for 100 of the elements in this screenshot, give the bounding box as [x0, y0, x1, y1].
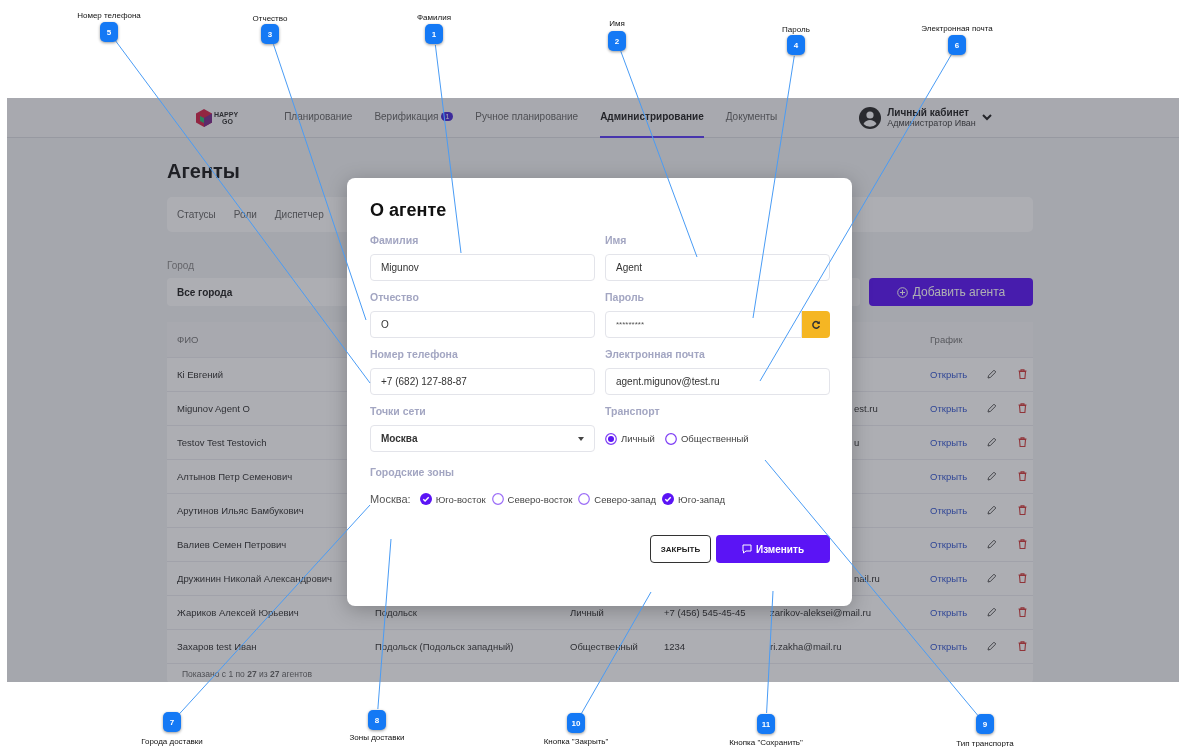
chevron-down-icon[interactable] — [981, 114, 992, 121]
open-schedule-link[interactable]: Открыть — [930, 403, 968, 414]
nav-tab[interactable]: Ручное планирование — [475, 98, 579, 138]
checkbox-label: Северо-запад — [594, 493, 657, 505]
plus-circle-icon — [896, 286, 908, 298]
nav-tab[interactable]: Администрирование — [600, 98, 704, 138]
add-agent-button[interactable]: Добавить агента — [869, 278, 1033, 306]
caret-icon — [578, 436, 584, 441]
callout-number: 5 — [100, 22, 118, 42]
radio-button[interactable] — [605, 432, 617, 445]
chat-icon — [741, 544, 752, 554]
table-cell: Подольск (Подольск западный) — [375, 641, 514, 652]
trash-icon[interactable] — [1018, 470, 1027, 481]
field-label: Фамилия — [370, 234, 419, 246]
trash-icon[interactable] — [1018, 606, 1027, 617]
nav-tab[interactable]: Планирование — [284, 98, 353, 138]
field-label: Электронная почта — [605, 348, 705, 360]
callout-label: Имя — [609, 18, 625, 28]
pencil-icon[interactable] — [987, 368, 997, 379]
text-field[interactable]: +7 (682) 127-88-87 — [370, 368, 595, 395]
callout-number: 7 — [163, 712, 181, 732]
pencil-icon[interactable] — [987, 640, 997, 651]
callout-label: Фамилия — [417, 12, 451, 22]
pencil-icon[interactable] — [987, 538, 997, 549]
page-title: Агенты — [167, 160, 241, 183]
radio-button[interactable] — [664, 432, 677, 445]
field-label: Пароль — [605, 291, 645, 303]
pencil-icon[interactable] — [987, 436, 997, 447]
open-schedule-link[interactable]: Открыть — [930, 369, 968, 380]
nav-tab[interactable]: Документы — [725, 98, 778, 138]
callout-label: Отчество — [252, 13, 288, 23]
callout-label: Номер телефона — [77, 10, 141, 20]
callout-number: 6 — [948, 35, 966, 55]
refresh-icon — [811, 319, 821, 330]
table-cell: est.ru — [854, 403, 878, 414]
callout-number: 1 — [425, 24, 443, 44]
city-select[interactable]: Москва — [370, 425, 595, 452]
open-schedule-link[interactable]: Открыть — [930, 437, 968, 448]
refresh-button[interactable] — [802, 311, 830, 338]
close-button[interactable]: ЗАКРЫТЬ — [650, 535, 711, 563]
field-label: Номер телефона — [370, 348, 458, 360]
column-header: ФИО — [177, 334, 200, 345]
trash-icon[interactable] — [1018, 436, 1027, 447]
table-cell: ri.zakha@mail.ru — [770, 641, 842, 652]
table-cell: Личный — [570, 607, 604, 618]
text-field[interactable]: O — [370, 311, 595, 338]
radio-label: Общественный — [680, 433, 749, 444]
trash-icon[interactable] — [1018, 640, 1027, 651]
table-cell: u — [854, 437, 860, 448]
open-schedule-link[interactable]: Открыть — [930, 573, 968, 584]
field-label: Транспорт — [605, 405, 660, 417]
radio-label: Личный — [621, 433, 655, 444]
callout-label: Зоны доставки — [349, 732, 405, 742]
callout-number: 10 — [567, 713, 585, 733]
table-cell-text: Захаров test Иван — [177, 641, 258, 652]
table-cell: Подольск — [375, 607, 417, 618]
open-schedule-link[interactable]: Открыть — [930, 607, 968, 618]
open-schedule-link[interactable]: Открыть — [930, 505, 968, 516]
checkbox[interactable] — [662, 493, 675, 505]
section-tab[interactable]: Роли — [233, 209, 257, 220]
callout-label: Кнопка "Закрыть" — [543, 736, 609, 746]
trash-icon[interactable] — [1018, 402, 1027, 413]
open-schedule-link[interactable]: Открыть — [930, 641, 968, 652]
table-cell: +7 (456) 545-45-45 — [664, 607, 746, 618]
password-field[interactable]: ********* — [605, 311, 802, 338]
checkbox[interactable] — [491, 493, 504, 505]
text-field[interactable]: Agent — [605, 254, 830, 281]
cube-logo-icon — [196, 108, 212, 127]
open-schedule-link[interactable]: Открыть — [930, 539, 968, 550]
trash-icon[interactable] — [1018, 504, 1027, 515]
pencil-icon[interactable] — [987, 402, 997, 413]
table-cell-text: Кі Евгений — [177, 369, 225, 380]
open-schedule-link[interactable]: Открыть — [930, 471, 968, 482]
table-cell-text: Валиев Семен Петрович — [177, 539, 288, 550]
pencil-icon[interactable] — [987, 470, 997, 481]
checkbox-label: Северо-восток — [507, 493, 573, 505]
text-field[interactable]: Migunov — [370, 254, 595, 281]
table-cell-text: Testov Test Testovich — [177, 437, 268, 448]
callout-label: Тип транспорта — [956, 738, 1014, 747]
trash-icon[interactable] — [1018, 572, 1027, 583]
callout-number: 11 — [757, 714, 775, 734]
field-label: Отчество — [370, 291, 419, 303]
trash-icon[interactable] — [1018, 368, 1027, 379]
text-field[interactable]: agent.migunov@test.ru — [605, 368, 830, 395]
callout-number: 4 — [787, 35, 805, 55]
table-cell: Общественный — [570, 641, 638, 652]
section-tab[interactable]: Диспетчер — [274, 209, 324, 220]
trash-icon[interactable] — [1018, 538, 1027, 549]
checkbox[interactable] — [419, 493, 432, 505]
checkbox[interactable] — [578, 493, 591, 505]
save-button[interactable]: Изменить — [716, 535, 830, 563]
column-header: График — [930, 334, 964, 345]
section-tab[interactable]: Статусы — [177, 209, 216, 220]
field-label: Городские зоны — [370, 466, 455, 478]
pencil-icon[interactable] — [987, 572, 997, 583]
pencil-icon[interactable] — [987, 606, 997, 617]
user-menu-title[interactable]: Личный кабинет — [887, 107, 976, 118]
checkbox-label: Юго-запад — [678, 493, 725, 505]
pencil-icon[interactable] — [987, 504, 997, 515]
callout-label: Электронная почта — [921, 23, 993, 33]
